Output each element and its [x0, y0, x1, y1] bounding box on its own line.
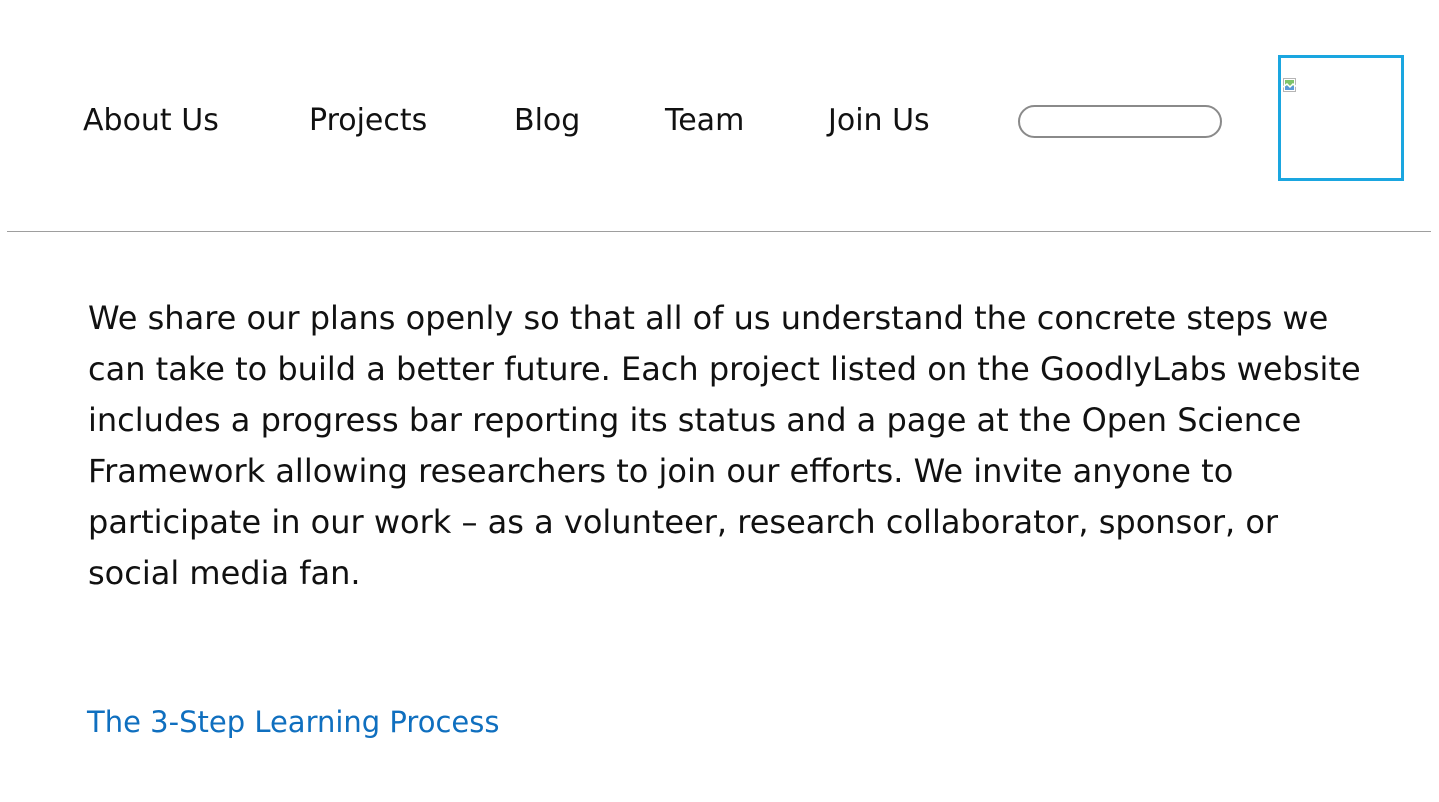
- intro-paragraph: We share our plans openly so that all of…: [88, 299, 1361, 592]
- nav-link-team[interactable]: Team: [665, 101, 744, 141]
- broken-image-icon: [1283, 78, 1297, 92]
- nav-link-about-us[interactable]: About Us: [83, 101, 219, 141]
- nav-link-blog[interactable]: Blog: [514, 101, 580, 141]
- nav-link-projects[interactable]: Projects: [309, 101, 427, 141]
- header-divider: [7, 231, 1431, 232]
- logo-link[interactable]: [1278, 55, 1404, 181]
- nav-link-join-us[interactable]: Join Us: [828, 101, 930, 141]
- learning-process-link[interactable]: The 3-Step Learning Process: [87, 702, 499, 742]
- site-header: About Us Projects Blog Team Join Us: [0, 0, 1439, 232]
- search-input[interactable]: [1018, 105, 1222, 138]
